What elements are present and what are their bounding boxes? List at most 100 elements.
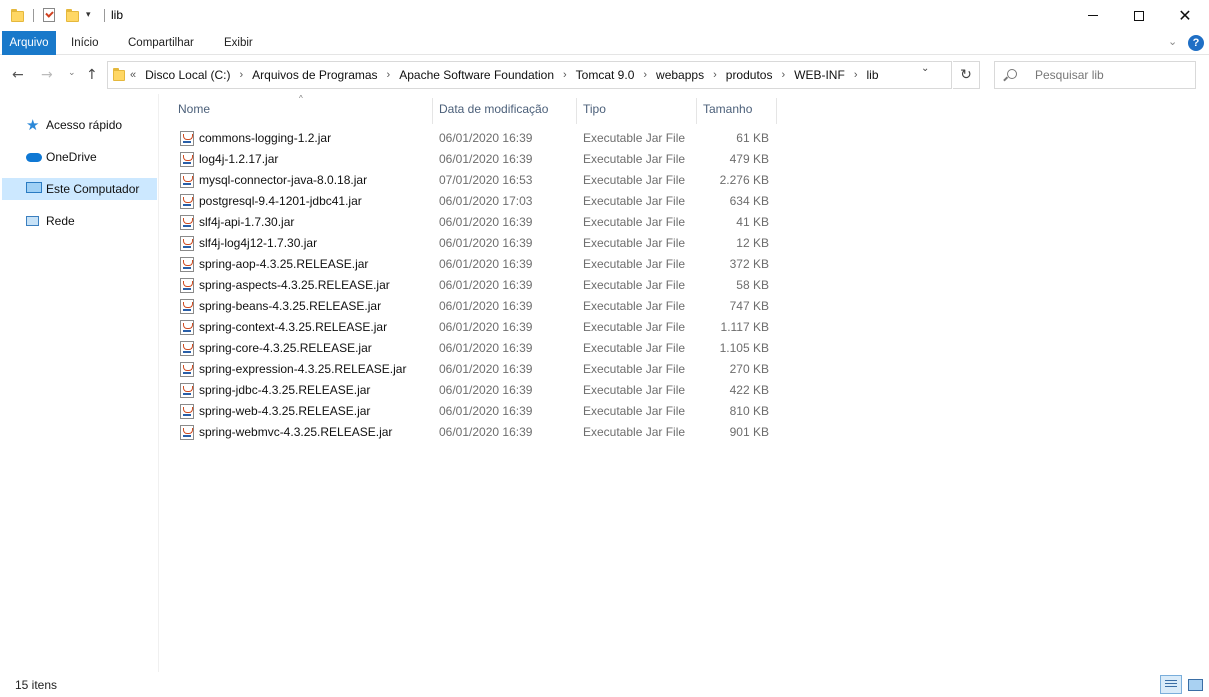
breadcrumb-chevron-icon[interactable]: ›: [635, 69, 655, 81]
column-header-name[interactable]: Nome: [178, 94, 210, 124]
jar-file-icon: [180, 131, 194, 146]
properties-icon[interactable]: [43, 8, 55, 22]
address-folder-icon: [113, 68, 125, 81]
table-row[interactable]: spring-aop-4.3.25.RELEASE.jar 06/01/2020 …: [160, 254, 1209, 275]
maximize-icon: [1134, 10, 1144, 21]
file-rows: commons-logging-1.2.jar 06/01/2020 16:39 E…: [160, 128, 1209, 443]
breadcrumb-chevron-icon[interactable]: ›: [773, 69, 793, 81]
sidebar-item-rede[interactable]: Rede: [2, 210, 157, 232]
tab-arquivo[interactable]: Arquivo: [2, 31, 56, 55]
file-date: 06/01/2020 17:03: [439, 194, 533, 208]
jar-file-icon: [180, 362, 194, 377]
folder-icon[interactable]: [11, 9, 24, 22]
breadcrumb-item[interactable]: Tomcat 9.0: [575, 68, 636, 82]
details-view-icon[interactable]: [1160, 675, 1182, 694]
breadcrumb-chevron-icon[interactable]: ›: [705, 69, 725, 81]
table-row[interactable]: slf4j-log4j12-1.7.30.jar 06/01/2020 16:39…: [160, 233, 1209, 254]
column-divider[interactable]: [432, 98, 433, 124]
jar-file-icon: [180, 194, 194, 209]
refresh-icon: ↻: [960, 67, 972, 83]
breadcrumb-item[interactable]: Apache Software Foundation: [398, 68, 555, 82]
jar-file-icon: [180, 257, 194, 272]
breadcrumb-chevron-icon[interactable]: ›: [555, 69, 575, 81]
recent-locations-icon[interactable]: ⌄: [68, 68, 76, 78]
tab-inicio[interactable]: Início: [71, 31, 99, 55]
table-row[interactable]: spring-core-4.3.25.RELEASE.jar 06/01/2020…: [160, 338, 1209, 359]
table-row[interactable]: spring-beans-4.3.25.RELEASE.jar 06/01/202…: [160, 296, 1209, 317]
file-type: Executable Jar File: [583, 404, 686, 418]
table-row[interactable]: mysql-connector-java-8.0.18.jar 07/01/202…: [160, 170, 1209, 191]
column-divider[interactable]: [576, 98, 577, 124]
file-size: 1.117 KB: [720, 320, 769, 334]
column-header-type[interactable]: Tipo: [583, 94, 606, 124]
file-date: 07/01/2020 16:53: [439, 173, 533, 187]
file-name: postgresql-9.4-1201-jdbc41.jar: [199, 194, 362, 208]
new-folder-icon[interactable]: [66, 9, 79, 22]
file-date: 06/01/2020 16:39: [439, 278, 533, 292]
jar-file-icon: [180, 215, 194, 230]
tab-exibir[interactable]: Exibir: [224, 31, 253, 55]
quick-access-dropdown-icon[interactable]: ▾: [86, 9, 91, 20]
address-dropdown-icon[interactable]: ⌄: [921, 63, 929, 74]
table-row[interactable]: log4j-1.2.17.jar 06/01/2020 16:39 Executab…: [160, 149, 1209, 170]
computer-icon: [26, 182, 42, 193]
table-row[interactable]: spring-web-4.3.25.RELEASE.jar 06/01/2020 …: [160, 401, 1209, 422]
refresh-button[interactable]: ↻: [953, 61, 980, 89]
sort-ascending-icon: ^: [299, 94, 303, 103]
minimize-button[interactable]: [1070, 0, 1116, 31]
file-type: Executable Jar File: [583, 383, 686, 397]
file-size: 12 KB: [736, 236, 769, 250]
breadcrumb-item[interactable]: produtos: [725, 68, 774, 82]
breadcrumb-chevron-icon[interactable]: ›: [231, 69, 251, 81]
sidebar-item-label: Este Computador: [46, 182, 140, 196]
column-header-date[interactable]: Data de modificação: [439, 94, 548, 124]
jar-file-icon: [180, 320, 194, 335]
file-name: log4j-1.2.17.jar: [199, 152, 279, 166]
close-button[interactable]: ✕: [1162, 0, 1208, 31]
expand-ribbon-icon[interactable]: ⌄: [1168, 35, 1177, 48]
breadcrumb-item[interactable]: lib: [865, 68, 879, 82]
search-input[interactable]: Pesquisar lib: [994, 61, 1196, 89]
forward-arrow-icon[interactable]: →: [41, 67, 53, 83]
breadcrumb-chevron-icon[interactable]: ›: [379, 69, 399, 81]
table-row[interactable]: spring-context-4.3.25.RELEASE.jar 06/01/2…: [160, 317, 1209, 338]
breadcrumb-item[interactable]: Arquivos de Programas: [251, 68, 378, 82]
breadcrumb-item[interactable]: webapps: [655, 68, 705, 82]
breadcrumb-chevron-icon[interactable]: ›: [846, 69, 866, 81]
search-icon: [1007, 69, 1017, 79]
file-type: Executable Jar File: [583, 215, 686, 229]
column-divider[interactable]: [696, 98, 697, 124]
file-date: 06/01/2020 16:39: [439, 299, 533, 313]
maximize-button[interactable]: [1116, 0, 1162, 31]
column-header-size[interactable]: Tamanho: [703, 94, 752, 124]
breadcrumb-item[interactable]: Disco Local (C:): [144, 68, 231, 82]
file-list: ^ Nome Data de modificação Tipo Tamanho …: [160, 94, 1209, 672]
item-count: 15 itens: [15, 678, 58, 692]
up-arrow-icon[interactable]: ↑: [86, 67, 98, 83]
tab-compartilhar[interactable]: Compartilhar: [128, 31, 194, 55]
table-row[interactable]: spring-expression-4.3.25.RELEASE.jar 06/0…: [160, 359, 1209, 380]
file-type: Executable Jar File: [583, 299, 686, 313]
file-type: Executable Jar File: [583, 236, 686, 250]
back-arrow-icon[interactable]: ←: [12, 67, 24, 83]
file-size: 901 KB: [729, 425, 769, 439]
breadcrumb-item[interactable]: WEB-INF: [793, 68, 846, 82]
file-size: 422 KB: [729, 383, 769, 397]
table-row[interactable]: spring-aspects-4.3.25.RELEASE.jar 06/01/2…: [160, 275, 1209, 296]
table-row[interactable]: spring-jdbc-4.3.25.RELEASE.jar 06/01/2020…: [160, 380, 1209, 401]
large-icons-view-icon[interactable]: [1185, 675, 1205, 694]
file-type: Executable Jar File: [583, 278, 686, 292]
table-row[interactable]: slf4j-api-1.7.30.jar 06/01/2020 16:39 Exec…: [160, 212, 1209, 233]
table-row[interactable]: commons-logging-1.2.jar 06/01/2020 16:39 E…: [160, 128, 1209, 149]
table-row[interactable]: postgresql-9.4-1201-jdbc41.jar 06/01/2020…: [160, 191, 1209, 212]
address-bar[interactable]: « Disco Local (C:) › Arquivos de Program…: [107, 61, 952, 89]
breadcrumb-overflow-icon[interactable]: «: [130, 69, 144, 81]
help-icon[interactable]: ?: [1188, 35, 1204, 51]
breadcrumb: « Disco Local (C:) › Arquivos de Program…: [130, 62, 880, 88]
column-divider[interactable]: [776, 98, 777, 124]
sidebar-item-onedrive[interactable]: OneDrive: [2, 146, 157, 168]
sidebar-item-este-computador[interactable]: Este Computador: [2, 178, 157, 200]
sidebar-item-acesso-rapido[interactable]: ★ Acesso rápido: [2, 114, 157, 136]
file-date: 06/01/2020 16:39: [439, 152, 533, 166]
table-row[interactable]: spring-webmvc-4.3.25.RELEASE.jar 06/01/20…: [160, 422, 1209, 443]
